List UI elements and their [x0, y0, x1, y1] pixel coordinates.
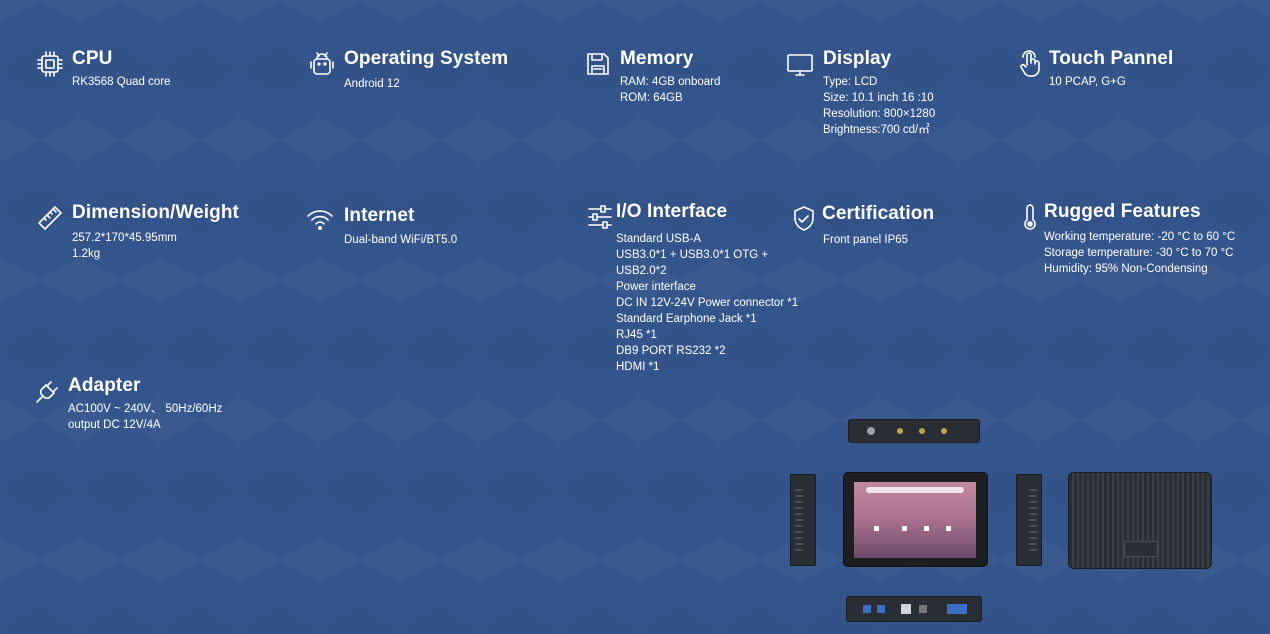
spec-title: Touch Pannel [1049, 48, 1174, 69]
spec-line: AC100V ~ 240V、 50Hz/60Hz [68, 403, 223, 415]
spec-line: Power interface [616, 281, 696, 293]
device-top-view [848, 419, 980, 443]
spec-title: CPU [72, 48, 113, 69]
spec-lines: AC100V ~ 240V、 50Hz/60Hz output DC 12V/4… [68, 401, 222, 433]
spec-line: DB9 PORT RS232 *2 [616, 345, 726, 357]
touch-hand-icon [1016, 50, 1044, 78]
spec-line: 257.2*170*45.95mm [72, 232, 177, 244]
spec-line: Humidity: 95% Non-Condensing [1044, 263, 1208, 275]
device-right-side-view [1016, 474, 1042, 566]
spec-title: Memory [620, 48, 694, 69]
device-front-screen [843, 472, 988, 567]
spec-line: RK3568 Quad core [72, 76, 171, 88]
spec-lines: 10 PCAP, G+G [1049, 74, 1126, 90]
spec-line: ROM: 64GB [620, 92, 683, 104]
spec-lines: Standard USB-A USB3.0*1 + USB3.0*1 OTG +… [616, 231, 798, 375]
cpu-icon [36, 50, 64, 78]
monitor-icon [786, 50, 814, 78]
spec-title: Operating System [344, 48, 509, 69]
spec-lines: Android 12 [344, 76, 400, 92]
spec-title: Certification [822, 203, 935, 224]
spec-lines: Working temperature: -20 °C to 60 °C Sto… [1044, 229, 1235, 277]
spec-title: Adapter [68, 375, 141, 396]
spec-lines: Dual-band WiFi/BT5.0 [344, 232, 457, 248]
shield-check-icon [790, 205, 818, 233]
thermometer-icon [1016, 203, 1044, 231]
save-icon [584, 50, 612, 78]
spec-line: Type: LCD [823, 76, 878, 88]
spec-line: RAM: 4GB onboard [620, 76, 721, 88]
plug-icon [34, 377, 62, 405]
wifi-icon [306, 206, 334, 234]
spec-line: Storage temperature: -30 °C to 70 °C [1044, 247, 1234, 259]
spec-line: Android 12 [344, 78, 400, 90]
spec-line: USB3.0*1 + USB3.0*1 OTG + [616, 249, 769, 261]
spec-lines: Type: LCD Size: 10.1 inch 16 :10 Resolut… [823, 74, 935, 138]
spec-line: DC IN 12V-24V Power connector *1 [616, 297, 799, 309]
spec-lines: 257.2*170*45.95mm 1.2kg [72, 230, 177, 262]
spec-line: Standard Earphone Jack *1 [616, 313, 757, 325]
device-back-view [1068, 472, 1212, 569]
spec-lines: Front panel IP65 [823, 232, 908, 248]
spec-title: Internet [344, 205, 415, 226]
spec-line: USB2.0*2 [616, 265, 667, 277]
spec-lines: RAM: 4GB onboard ROM: 64GB [620, 74, 720, 106]
spec-line: Size: 10.1 inch 16 :10 [823, 92, 934, 104]
spec-line: 1.2kg [72, 248, 101, 260]
spec-line: Brightness:700 cd/㎡ [823, 124, 930, 136]
spec-line: output DC 12V/4A [68, 419, 161, 431]
android-icon [308, 50, 336, 78]
device-left-side-view [790, 474, 816, 566]
spec-line: HDMI *1 [616, 361, 660, 373]
device-bottom-view [846, 596, 982, 622]
spec-line: Resolution: 800×1280 [823, 108, 936, 120]
spec-title: I/O Interface [616, 201, 728, 222]
spec-line: Front panel IP65 [823, 234, 909, 246]
spec-line: 10 PCAP, G+G [1049, 76, 1126, 88]
sliders-icon [586, 203, 614, 231]
spec-title: Dimension/Weight [72, 202, 239, 223]
spec-line: Standard USB-A [616, 233, 702, 245]
ruler-icon [36, 204, 64, 232]
spec-line: RJ45 *1 [616, 329, 657, 341]
spec-lines: RK3568 Quad core [72, 74, 170, 90]
spec-title: Display [823, 48, 892, 69]
spec-line: Dual-band WiFi/BT5.0 [344, 234, 458, 246]
spec-line: Working temperature: -20 °C to 60 °C [1044, 231, 1236, 243]
spec-title: Rugged Features [1044, 201, 1201, 222]
